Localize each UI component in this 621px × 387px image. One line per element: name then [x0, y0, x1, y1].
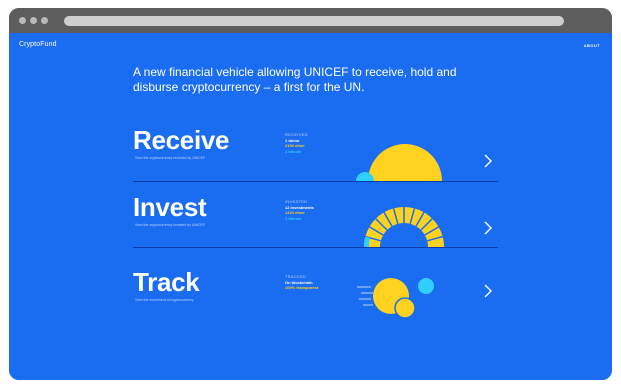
about-link[interactable]: ABOUT — [584, 43, 600, 48]
chevron-right-icon[interactable] — [483, 221, 493, 235]
section-subtitle: View the movement of cryptocurrency — [135, 298, 194, 302]
stats-block: TRACKED On blockchain 100% transparent — [285, 274, 318, 291]
track-illustration — [357, 278, 434, 319]
section-subtitle: View the cryptocurrency received by UNIC… — [135, 156, 206, 160]
section-divider — [133, 247, 498, 248]
browser-window: CryptoFund ABOUT A new financial vehicle… — [9, 8, 612, 380]
receive-illustration — [356, 144, 442, 181]
window-maximize-dot[interactable] — [41, 17, 48, 24]
stats-line: 1 bitcoin — [285, 215, 302, 221]
chevron-right-icon[interactable] — [483, 154, 493, 168]
stats-heading: RECEIVED — [285, 132, 308, 137]
small-coin-shape — [394, 297, 416, 319]
section-title: Track — [133, 267, 200, 297]
chevron-right-icon[interactable] — [483, 284, 493, 298]
stats-line: 2100 ether — [285, 143, 305, 148]
section-divider — [133, 181, 498, 182]
section-title: Invest — [133, 192, 207, 222]
invest-illustration — [364, 207, 444, 247]
browser-titlebar — [9, 8, 612, 33]
half-circle-shape — [368, 144, 442, 181]
stats-line: 100% transparent — [285, 285, 319, 290]
motion-lines — [357, 286, 373, 306]
brand-logo[interactable]: CryptoFund — [19, 41, 57, 48]
stats-block: INVESTED 12 investments 1223 ether 1 bit… — [285, 199, 314, 221]
section-subtitle: View the cryptocurrency invested by UNIC… — [135, 223, 205, 227]
cyan-coin-shape — [418, 278, 434, 294]
page-headline: A new financial vehicle allowing UNICEF … — [133, 65, 457, 94]
stats-line: 1 bitcoin — [285, 148, 302, 154]
section-title: Receive — [133, 125, 230, 155]
stats-block: RECEIVED 1 donor 2100 ether 1 bitcoin — [285, 132, 308, 154]
window-minimize-dot[interactable] — [30, 17, 37, 24]
window-close-dot[interactable] — [19, 17, 26, 24]
address-bar[interactable] — [64, 16, 564, 26]
page-content: CryptoFund ABOUT A new financial vehicle… — [9, 33, 612, 380]
